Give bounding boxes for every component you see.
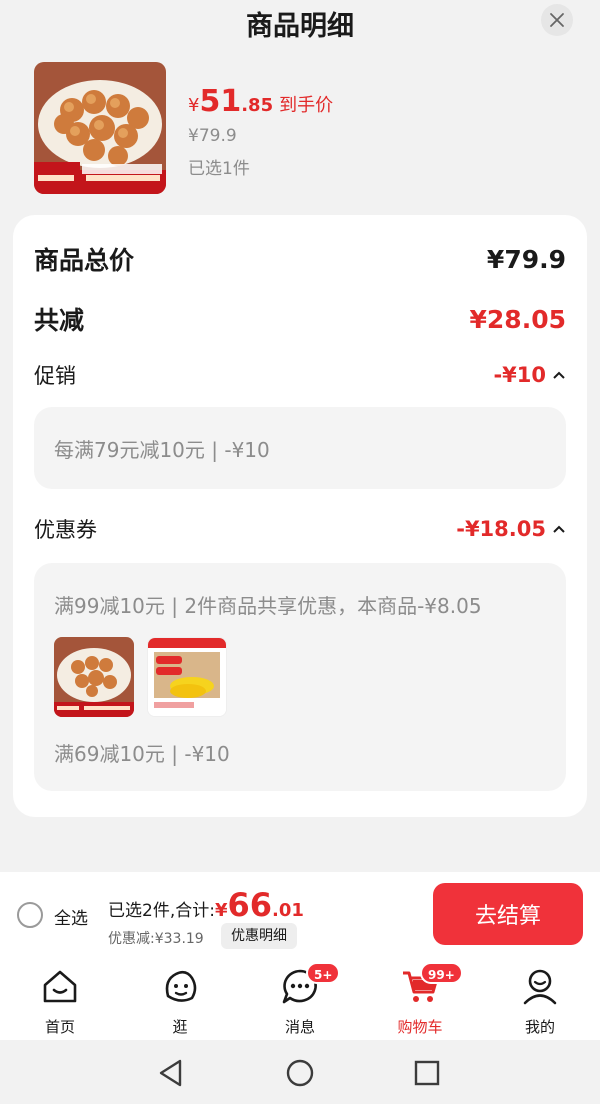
- promo-label: 促销: [34, 364, 76, 388]
- total-label: 商品总价: [34, 246, 135, 275]
- original-price: ¥79.9: [188, 126, 237, 146]
- tab-cart[interactable]: 99+ 购物车: [360, 962, 480, 1040]
- tab-home-label: 首页: [44, 1018, 75, 1036]
- total-value: ¥79.9: [486, 244, 566, 274]
- cart-badge: 99+: [420, 962, 463, 984]
- meatball-product-image: [34, 62, 166, 194]
- close-button[interactable]: [541, 4, 573, 36]
- tab-home[interactable]: 首页: [0, 964, 120, 1040]
- coupon-toggle[interactable]: 优惠券 -¥18.05: [34, 514, 566, 544]
- price-decimal: .85: [241, 95, 274, 116]
- tab-explore-label: 逛: [172, 1018, 188, 1036]
- tab-messages-label: 消息: [284, 1018, 315, 1036]
- promo-detail: 每满79元减10元 | -¥10: [54, 438, 270, 462]
- promo-value: -¥10: [493, 363, 546, 387]
- coupon-value: -¥18.05: [456, 517, 546, 541]
- reduce-value: ¥28.05: [469, 304, 566, 334]
- total-symbol: ¥: [214, 900, 228, 921]
- home-icon: [43, 970, 77, 1003]
- message-badge: 5+: [306, 962, 341, 984]
- reduce-label: 共减: [34, 306, 85, 335]
- explore-face-icon: [165, 970, 197, 1002]
- tab-explore[interactable]: 逛: [120, 964, 240, 1040]
- select-all-label[interactable]: 全选: [54, 904, 88, 929]
- discount-text: 优惠减:¥33.19: [108, 931, 204, 947]
- tab-profile-label: 我的: [524, 1018, 555, 1036]
- summary-label: 已选2件,合计:: [108, 901, 215, 921]
- chevron-up-icon: [552, 370, 566, 380]
- tab-cart-label: 购物车: [397, 1018, 443, 1036]
- coupon-detail-1: 满99减10元 | 2件商品共享优惠，本商品-¥8.05: [54, 594, 482, 618]
- coupon-label: 优惠券: [34, 518, 97, 542]
- system-nav-bar: [0, 1040, 600, 1104]
- chevron-up-icon: [552, 524, 566, 534]
- sheet-header: 商品明细: [0, 0, 600, 44]
- recents-square-icon[interactable]: [412, 1058, 442, 1088]
- back-triangle-icon[interactable]: [156, 1058, 186, 1088]
- home-circle-icon[interactable]: [285, 1058, 315, 1088]
- price-symbol: ¥: [188, 95, 200, 116]
- price-label: 到手价: [279, 95, 334, 116]
- checkout-button[interactable]: 去结算: [433, 883, 583, 945]
- checkout-bar: 全选 已选2件,合计:¥66.01 优惠减:¥33.19 优惠明细 去结算: [0, 872, 600, 956]
- close-icon: [550, 13, 564, 27]
- page-title: 商品明细: [246, 11, 354, 42]
- promo-toggle[interactable]: 促销 -¥10: [34, 360, 566, 390]
- selected-count: 已选1件: [188, 159, 250, 179]
- product-summary: ¥51.85 到手价 ¥79.9 已选1件: [34, 62, 574, 194]
- price-integer: 51: [199, 84, 242, 119]
- reduce-row: 共减 ¥28.05: [34, 301, 566, 337]
- profile-icon: [523, 969, 557, 1005]
- promo-detail-box: 每满79元减10元 | -¥10: [34, 407, 566, 489]
- discount-detail-button[interactable]: 优惠明细: [221, 923, 297, 949]
- total-decimal: .01: [272, 900, 304, 921]
- coupon-detail-2: 满69减10元 | -¥10: [54, 742, 230, 766]
- tab-profile[interactable]: 我的: [480, 964, 600, 1040]
- total-integer: 66: [227, 886, 273, 924]
- total-row: 商品总价 ¥79.9: [34, 241, 566, 277]
- select-all-radio[interactable]: [17, 902, 43, 928]
- order-summary: 已选2件,合计:¥66.01: [108, 886, 304, 924]
- price-breakdown-card: 商品总价 ¥79.9 共减 ¥28.05 促销 -¥10 每满79元减10元 |…: [13, 215, 587, 817]
- bottom-tab-bar: 首页 逛 5+ 消息 99+ 购物车 我的: [0, 956, 600, 1040]
- tab-messages[interactable]: 5+ 消息: [240, 962, 360, 1040]
- coupon-detail-box: 满99减10元 | 2件商品共享优惠，本商品-¥8.05 满69减10元 | -…: [34, 563, 566, 791]
- final-price: ¥51.85 到手价: [188, 84, 333, 119]
- meatball-product-image[interactable]: [54, 637, 134, 717]
- corn-product-image[interactable]: [147, 637, 227, 717]
